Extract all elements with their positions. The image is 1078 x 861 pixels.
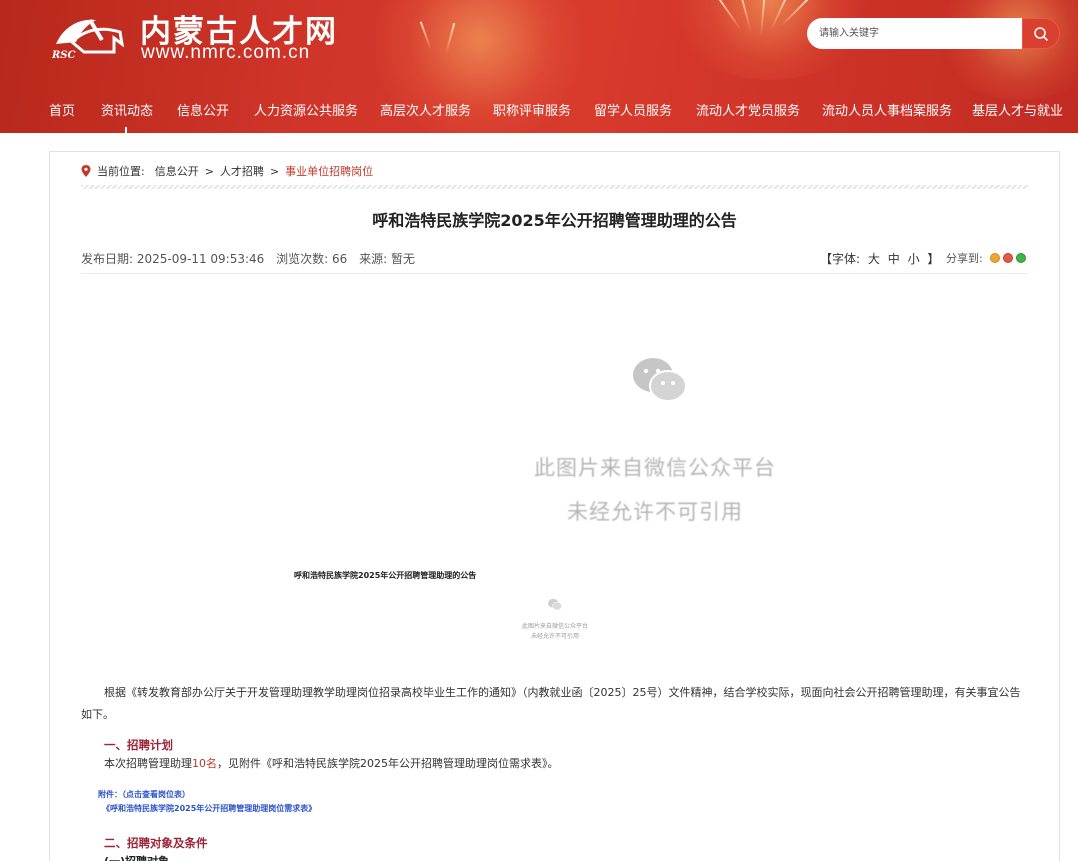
share-bar: 分享到: — [946, 250, 1026, 266]
stripe-divider — [81, 185, 1028, 189]
breadcrumb-separator: > — [204, 164, 214, 178]
nav-item-hr-service[interactable]: 人力资源公共服务 — [254, 100, 358, 119]
plan-text-after: ，见附件《呼和浩特民族学院2025年公开招聘管理助理岗位需求表》。 — [217, 757, 559, 770]
wechat-placeholder-small-icon — [547, 598, 563, 611]
font-size-small[interactable]: 小 — [908, 252, 920, 266]
nav-item-grassroots[interactable]: 基层人才与就业 — [972, 100, 1063, 119]
search-button[interactable] — [1022, 18, 1060, 49]
subsection-heading: (一)招聘对象 — [104, 853, 169, 861]
article-paragraph: 根据《转发教育部办公厅关于开发管理助理教学助理岗位招录高校毕业生工作的通知》（内… — [81, 686, 1021, 721]
font-size-control: 【字体: 大 中 小 】 — [820, 250, 939, 267]
placeholder-small-text: 此图片来自微信公众平台 — [521, 623, 588, 630]
firework-glow — [930, 0, 1078, 100]
plan-count: 10名 — [192, 757, 217, 770]
site-url: www.nmrc.com.cn — [141, 42, 311, 63]
search-bar — [807, 18, 1060, 49]
font-size-label: 【字体: — [820, 252, 861, 266]
attachment-label[interactable]: 附件：（点击查看岗位表） — [98, 789, 190, 800]
font-size-medium[interactable]: 中 — [888, 252, 900, 266]
meta-divider — [81, 273, 1028, 274]
nav-item-overseas[interactable]: 留学人员服务 — [594, 100, 672, 119]
breadcrumb-item-info[interactable]: 信息公开 — [155, 163, 199, 179]
wechat-share-icon[interactable] — [1015, 253, 1026, 263]
nav-active-indicator — [125, 127, 127, 133]
weibo-share-icon[interactable] — [1002, 253, 1013, 263]
font-size-large[interactable]: 大 — [868, 252, 880, 266]
view-count: 浏览次数: 66 — [276, 252, 348, 266]
section-heading-eligibility: 二、招聘对象及条件 — [104, 836, 208, 850]
section-heading-plan: 一、招聘计划 — [104, 738, 173, 752]
placeholder-subtext: 未经允许不可引用 — [567, 500, 743, 524]
qzone-share-icon[interactable] — [989, 253, 1000, 263]
plan-text-before: 本次招聘管理助理 — [104, 757, 192, 770]
font-size-close: 】 — [927, 252, 940, 266]
placeholder-text: 此图片来自微信公众平台 — [534, 456, 776, 480]
nav-item-home[interactable]: 首页 — [49, 100, 75, 119]
nav-item-title-review[interactable]: 职称评审服务 — [493, 100, 571, 119]
wechat-placeholder-icon — [633, 358, 687, 402]
publish-date: 发布日期: 2025-09-11 09:53:46 — [81, 252, 265, 266]
search-icon — [1034, 26, 1049, 41]
site-logo[interactable]: RSC — [50, 12, 130, 62]
breadcrumb: 当前位置: 信息公开 > 人才招聘 > 事业单位招聘岗位 — [81, 163, 377, 179]
breadcrumb-item-current[interactable]: 事业单位招聘岗位 — [285, 163, 373, 179]
article-title: 呼和浩特民族学院2025年公开招聘管理助理的公告 — [372, 211, 737, 230]
nav-item-archives[interactable]: 流动人员人事档案服务 — [822, 100, 952, 119]
search-input[interactable] — [807, 18, 1023, 49]
breadcrumb-item-recruit[interactable]: 人才招聘 — [220, 163, 264, 179]
location-pin-icon — [81, 165, 91, 177]
nav-item-info[interactable]: 信息公开 — [177, 100, 229, 119]
nav-item-news[interactable]: 资讯动态 — [101, 100, 153, 119]
article-source: 来源: 暂无 — [359, 252, 415, 266]
inner-image-title: 呼和浩特民族学院2025年公开招聘管理助理的公告 — [294, 571, 477, 580]
logo-text: RSC — [51, 50, 76, 61]
attachment-link[interactable]: 《呼和浩特民族学院2025年公开招聘管理助理岗位需求表》 — [102, 803, 316, 814]
nav-item-high-talent[interactable]: 高层次人才服务 — [380, 100, 471, 119]
breadcrumb-prefix: 当前位置: — [97, 165, 145, 178]
share-label: 分享到: — [946, 252, 983, 265]
placeholder-small-subtext: 未经允许不可引用 — [530, 633, 579, 640]
recruit-plan-text: 本次招聘管理助理10名，见附件《呼和浩特民族学院2025年公开招聘管理助理岗位需… — [104, 755, 559, 771]
breadcrumb-separator: > — [269, 164, 280, 178]
nav-item-party[interactable]: 流动人才党员服务 — [696, 100, 800, 119]
article-meta: 发布日期: 2025-09-11 09:53:46 浏览次数: 66 来源: 暂… — [81, 250, 423, 267]
